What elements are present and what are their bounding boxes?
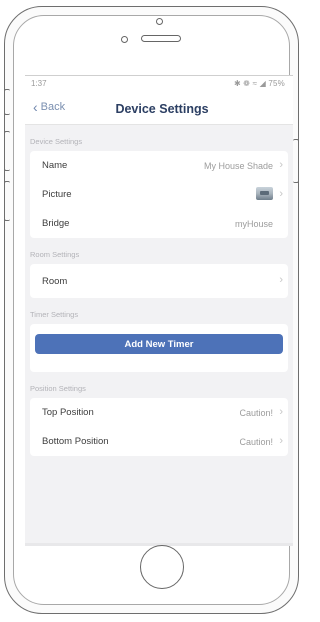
picture-label: Picture — [42, 189, 72, 200]
home-button[interactable] — [140, 545, 184, 589]
position-settings-card: Top Position Caution! › Bottom Position … — [30, 398, 288, 456]
top-position-value: Caution! — [239, 407, 273, 418]
room-settings-card: Room › — [30, 264, 288, 298]
top-position-label: Top Position — [42, 407, 94, 418]
name-label: Name — [42, 160, 68, 171]
chevron-right-icon: › — [279, 435, 283, 447]
bottom-position-row[interactable]: Bottom Position Caution! › — [30, 427, 288, 456]
room-row[interactable]: Room › — [30, 264, 288, 298]
app-screen: 1:37 ✱ ❁ ≈ ◢ 75% ‹ Back Device Settings … — [25, 75, 293, 546]
bottom-position-value: Caution! — [239, 436, 273, 447]
bridge-row: Bridge myHouse — [30, 209, 288, 238]
power-button — [293, 139, 299, 183]
chevron-right-icon: › — [279, 159, 283, 171]
device-settings-card: Name My House Shade › Picture › Bridge m… — [30, 151, 288, 238]
timer-settings-card: Add New Timer — [30, 324, 288, 372]
section-label-device-settings: Device Settings — [30, 137, 83, 146]
bridge-value: myHouse — [234, 218, 273, 229]
sensor-dot-icon — [121, 36, 128, 43]
picture-row[interactable]: Picture › — [30, 180, 288, 209]
name-value: My House Shade — [203, 160, 273, 171]
volume-down-button — [4, 181, 10, 221]
chevron-right-icon: › — [279, 188, 283, 200]
section-label-room-settings: Room Settings — [30, 250, 80, 259]
top-position-row[interactable]: Top Position Caution! › — [30, 398, 288, 427]
navigation-bar: ‹ Back Device Settings — [25, 92, 293, 125]
room-label: Room — [42, 275, 68, 287]
section-label-timer-settings: Timer Settings — [30, 310, 79, 319]
add-new-timer-button[interactable]: Add New Timer — [35, 334, 283, 354]
status-time: 1:37 — [31, 79, 47, 88]
chevron-right-icon: › — [279, 274, 283, 286]
page-title: Device Settings — [115, 102, 209, 116]
status-bar: 1:37 ✱ ❁ ≈ ◢ 75% — [25, 76, 293, 92]
mute-switch — [4, 89, 10, 115]
shade-thumbnail-image — [256, 187, 273, 200]
front-camera-icon — [156, 18, 163, 25]
bridge-label: Bridge — [42, 218, 70, 229]
bottom-position-label: Bottom Position — [42, 436, 109, 447]
name-row[interactable]: Name My House Shade › — [30, 151, 288, 180]
section-label-position-settings: Position Settings — [30, 384, 86, 393]
status-indicators: ✱ ❁ ≈ ◢ 75% — [233, 79, 285, 88]
volume-up-button — [4, 131, 10, 171]
chevron-right-icon: › — [279, 406, 283, 418]
earpiece-speaker — [141, 35, 181, 42]
